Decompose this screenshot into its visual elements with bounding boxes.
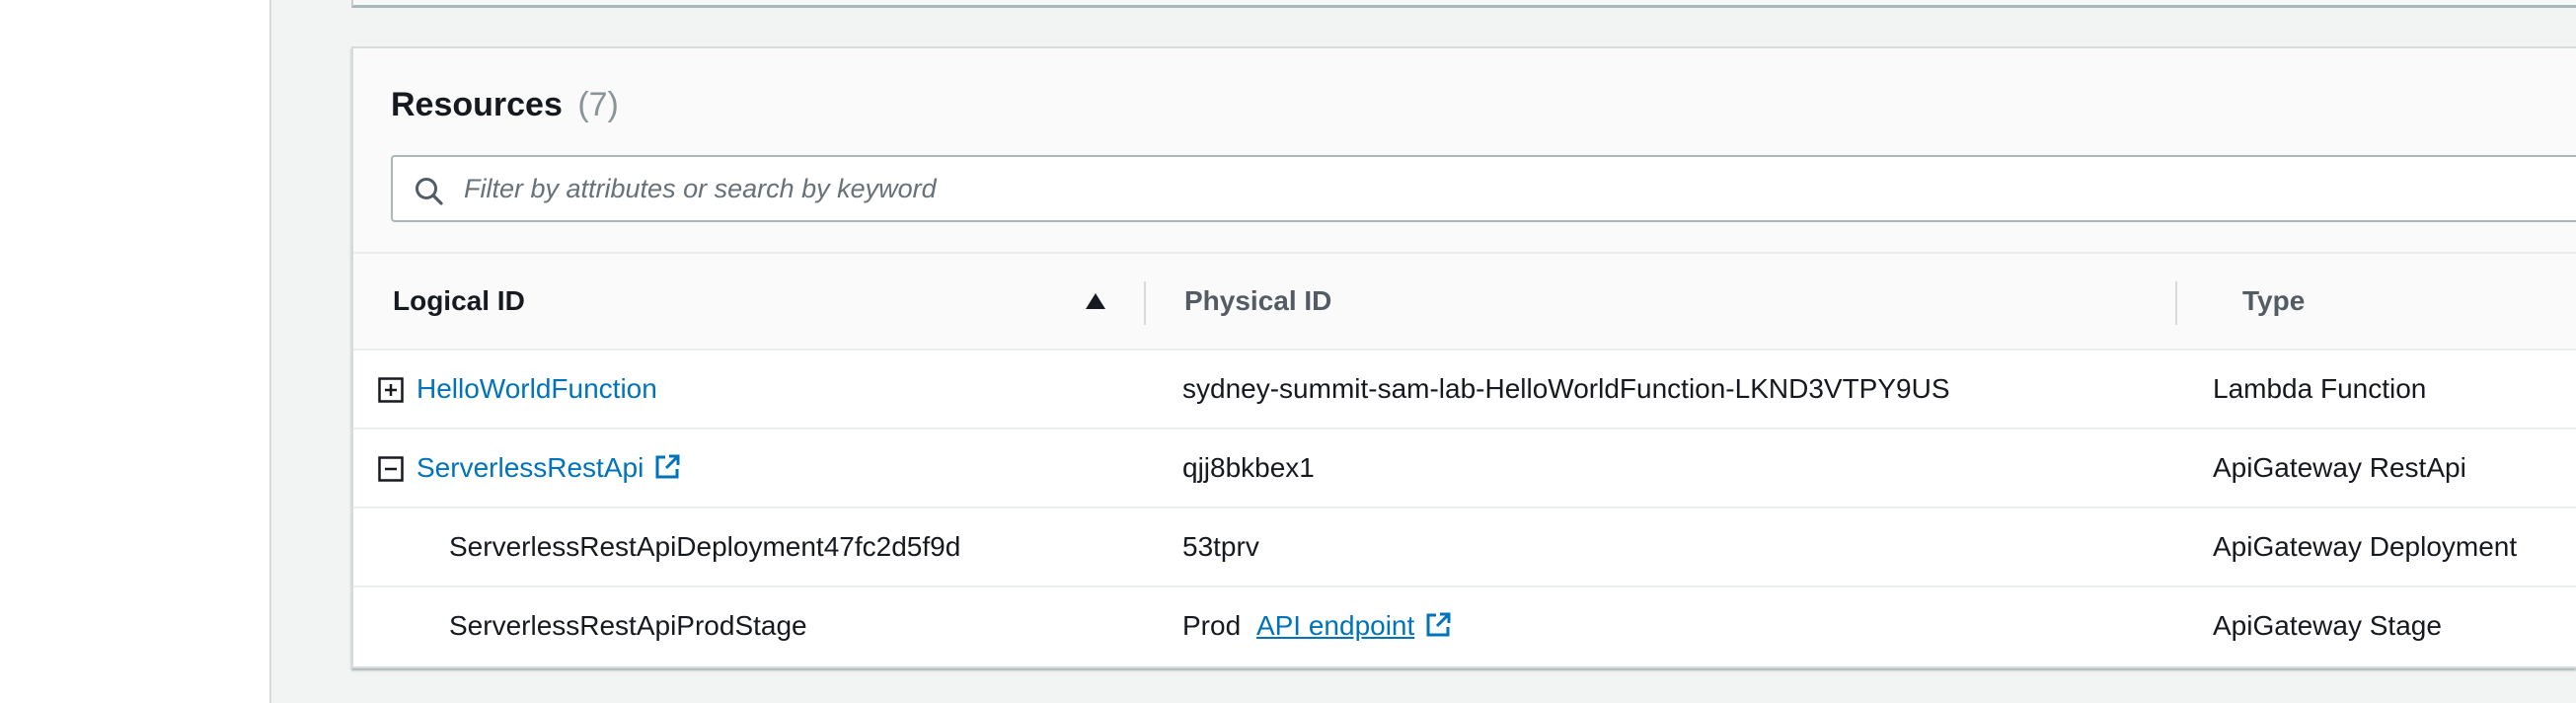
logical-id-link-text: ServerlessRestApi: [417, 452, 644, 483]
physical-id-cell: 53tprv: [1182, 531, 1259, 562]
expand-icon[interactable]: [378, 377, 404, 403]
table-row: ServerlessRestApiProdStage Prod API endp…: [353, 587, 2576, 666]
column-header-type[interactable]: Type: [2242, 254, 2576, 349]
external-link-icon[interactable]: [1424, 611, 1452, 639]
logical-id-cell: HelloWorldFunction: [417, 351, 657, 428]
physical-id-text: Prod: [1182, 610, 1242, 641]
physical-id-cell: qjj8bkbex1: [1182, 452, 1315, 483]
column-header-physical-id-label: Physical ID: [1184, 285, 1332, 316]
column-header-type-label: Type: [2242, 285, 2306, 316]
type-cell: ApiGateway Stage: [2213, 610, 2442, 641]
api-endpoint-link-text: API endpoint: [1255, 610, 1415, 641]
resources-panel: Resources (7) Logical ID Physical ID: [351, 46, 2576, 668]
table-row: HelloWorldFunction sydney-summit-sam-lab…: [353, 351, 2576, 430]
resources-title: Resources (7): [391, 86, 619, 124]
type-cell: ApiGateway RestApi: [2213, 452, 2466, 483]
filter-box[interactable]: [391, 155, 2576, 222]
type-cell: Lambda Function: [2213, 373, 2427, 404]
column-header-physical-id[interactable]: Physical ID: [1184, 254, 2211, 349]
resources-header: Resources (7): [353, 48, 2576, 254]
logical-id-cell: ServerlessRestApiDeployment47fc2d5f9d: [449, 531, 961, 562]
resources-title-text: Resources: [391, 86, 563, 123]
external-link-icon: [653, 453, 681, 481]
column-header-logical-id-label: Logical ID: [393, 285, 525, 316]
column-header-logical-id[interactable]: Logical ID: [393, 254, 1143, 349]
physical-id-cell: sydney-summit-sam-lab-HelloWorldFunction…: [1182, 373, 1950, 404]
physical-id-cell: Prod API endpoint: [1182, 587, 1452, 664]
logical-id-link[interactable]: ServerlessRestApi: [417, 452, 681, 483]
left-navigation-panel: [0, 0, 271, 703]
column-divider[interactable]: [2175, 281, 2177, 325]
table-row: ServerlessRestApiDeployment47fc2d5f9d 53…: [353, 508, 2576, 587]
table-row: ServerlessRestApi qjj8bkbex1 ApiGateway …: [353, 430, 2576, 508]
logical-id-link[interactable]: HelloWorldFunction: [417, 373, 657, 404]
logical-id-cell: ServerlessRestApi: [417, 430, 681, 507]
sort-ascending-icon[interactable]: [1084, 289, 1107, 313]
resources-count: (7): [577, 86, 619, 123]
resources-table-header: Logical ID Physical ID Type: [353, 254, 2576, 351]
column-divider[interactable]: [1144, 281, 1146, 325]
search-icon: [413, 175, 446, 208]
previous-panel-bottom: [351, 0, 2576, 8]
collapse-icon[interactable]: [378, 456, 404, 482]
type-cell: ApiGateway Deployment: [2213, 531, 2518, 562]
api-endpoint-link[interactable]: API endpoint: [1256, 610, 1414, 641]
filter-search-input[interactable]: [462, 157, 2535, 220]
logical-id-cell: ServerlessRestApiProdStage: [449, 610, 807, 641]
